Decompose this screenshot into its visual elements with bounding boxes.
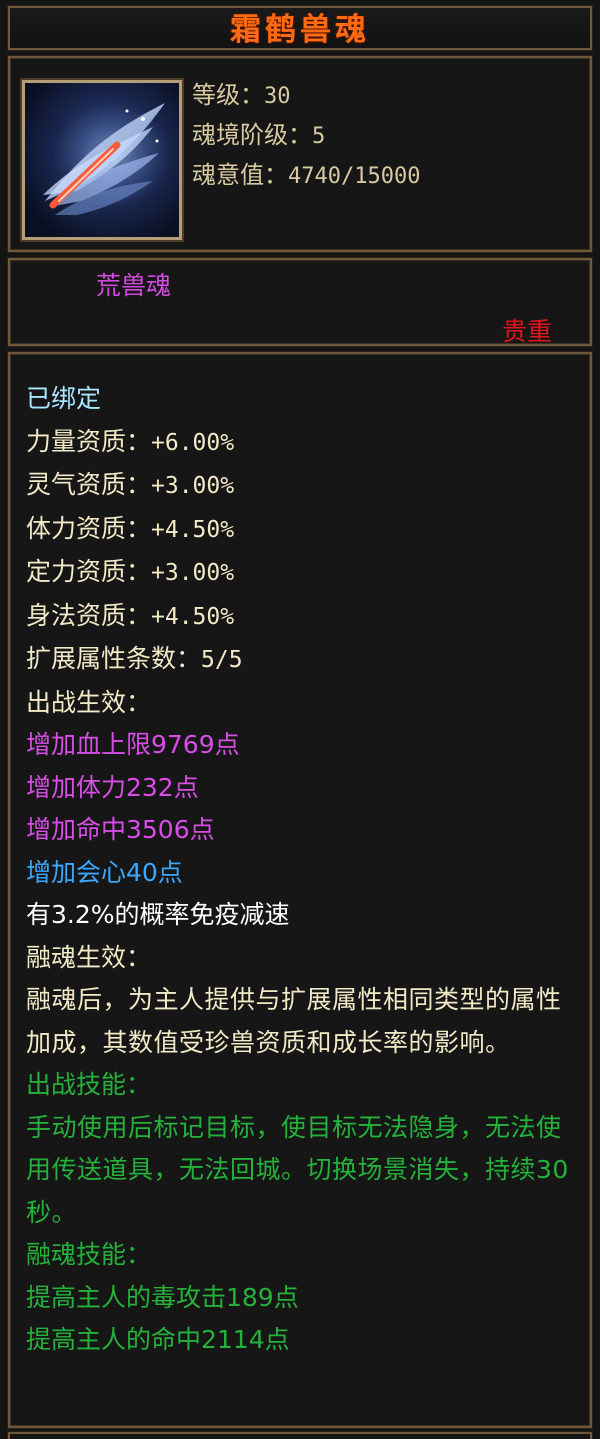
fusion-effect-description: 融魂后，为主人提供与扩展属性相同类型的属性加成，其数值受珍兽资质和成长率的影响。 xyxy=(26,985,562,1057)
title-bar: 霜鹤兽魂 xyxy=(7,5,593,51)
item-title: 霜鹤兽魂 xyxy=(230,12,370,48)
bound-status: 已绑定 xyxy=(26,384,102,413)
battle-effect-header: 出战生效： xyxy=(26,687,152,717)
attribute-line: 身法资质：+4.50% xyxy=(26,600,235,630)
item-header: 等级：30 魂境阶级：5 魂意值：4740/15000 xyxy=(7,55,593,253)
stat-soul-rank: 魂境阶级：5 xyxy=(192,121,326,149)
battle-effect-line: 增加命中3506点 xyxy=(26,815,215,844)
tooltip-bottom-edge xyxy=(7,1431,593,1439)
frost-crane-wing-icon xyxy=(20,78,184,242)
item-tooltip: 霜鹤兽魂 等级：30 魂境阶级：5 魂意值：4740/15000 荒兽魂 贵重 … xyxy=(0,0,600,1439)
item-stats: 等级：30 魂境阶级：5 魂意值：4740/15000 xyxy=(192,76,420,196)
battle-skill-description: 手动使用后标记目标，使目标无法隐身，无法使用传送道具，无法回城。切换场景消失，持… xyxy=(26,1112,569,1227)
battle-skill-header: 出战技能： xyxy=(26,1070,152,1099)
item-description: 已绑定 力量资质：+6.00% 灵气资质：+3.00% 体力资质：+4.50% … xyxy=(7,351,593,1429)
attribute-line: 体力资质：+4.50% xyxy=(26,513,235,543)
attribute-line: 灵气资质：+3.00% xyxy=(26,470,235,499)
stat-soul-points: 魂意值：4740/15000 xyxy=(192,161,421,189)
item-rarity: 贵重 xyxy=(501,317,552,346)
fusion-skill-line: 提高主人的命中2114点 xyxy=(26,1325,290,1354)
attribute-line: 扩展属性条数：5/5 xyxy=(26,644,243,673)
attribute-line: 力量资质：+6.00% xyxy=(26,426,235,456)
attribute-line: 定力资质：+3.00% xyxy=(26,557,235,586)
battle-effect-line: 增加会心40点 xyxy=(26,857,183,887)
fusion-skill-line: 提高主人的毒攻击189点 xyxy=(26,1282,299,1312)
stat-level: 等级：30 xyxy=(192,81,291,109)
battle-effect-line: 增加体力232点 xyxy=(26,772,199,802)
fusion-effect-header: 融魂生效： xyxy=(26,942,152,972)
fusion-skill-header: 融魂技能： xyxy=(26,1240,152,1269)
item-kind: 荒兽魂 xyxy=(96,271,172,300)
battle-effect-line: 有3.2%的概率免疫减速 xyxy=(26,900,290,929)
battle-effect-line: 增加血上限9769点 xyxy=(26,730,240,759)
item-type-row: 荒兽魂 贵重 xyxy=(7,257,593,347)
